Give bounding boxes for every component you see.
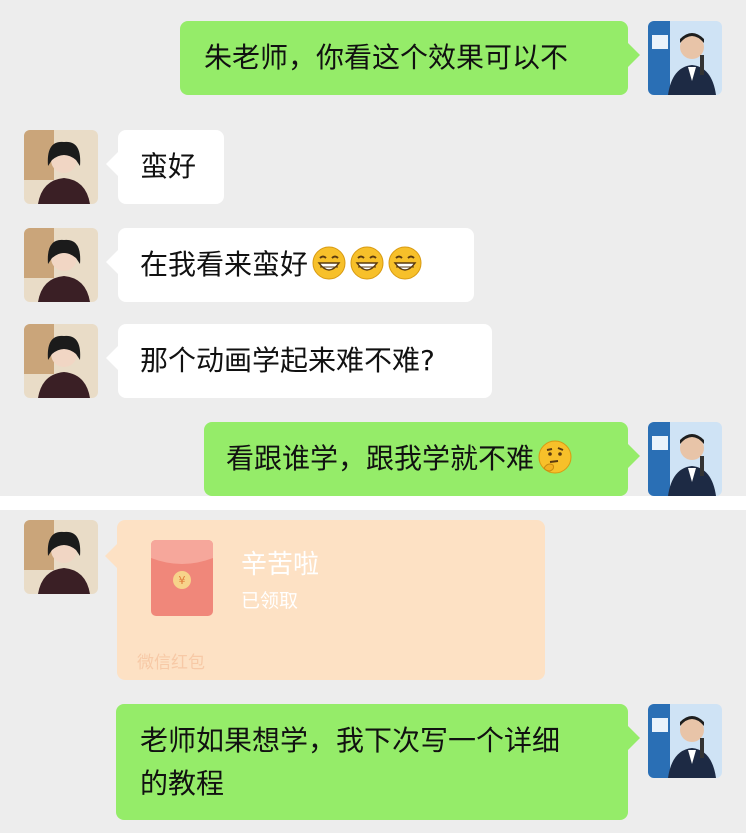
message-text-line: 老师如果想学，我下次写一个详细: [140, 724, 561, 757]
message-bubble-me[interactable]: 朱老师，你看这个效果可以不: [180, 21, 640, 95]
message-bubble-other[interactable]: 蛮好: [106, 130, 224, 204]
my-avatar[interactable]: [648, 704, 722, 778]
message-text: 那个动画学起来难不难?: [140, 344, 435, 377]
contact-avatar[interactable]: [24, 520, 98, 594]
red-packet-icon: ¥: [151, 540, 213, 616]
message-bubble-other[interactable]: 那个动画学起来难不难?: [106, 324, 492, 398]
message-bubble-me[interactable]: 老师如果想学，我下次写一个详细 的教程: [116, 704, 640, 820]
red-packet-title: 辛苦啦: [241, 550, 320, 580]
my-avatar[interactable]: [648, 422, 722, 496]
message-bubble-me[interactable]: 看跟谁学，跟我学就不难: [204, 422, 640, 496]
message-text: 朱老师，你看这个效果可以不: [204, 41, 569, 74]
svg-text:¥: ¥: [179, 574, 186, 587]
message-text: 在我看来蛮好: [140, 248, 309, 281]
message-text: 看跟谁学，跟我学就不难: [226, 442, 535, 475]
red-packet-footer: 微信红包: [137, 653, 205, 673]
red-packet-card[interactable]: ¥ 辛苦啦 已领取 微信红包: [105, 520, 545, 680]
grin-icon: [350, 246, 384, 280]
contact-avatar[interactable]: [24, 228, 98, 302]
thinking-face-icon: [538, 440, 572, 474]
message-text-line: 的教程: [140, 767, 225, 800]
message-bubble-other[interactable]: 在我看来蛮好: [106, 228, 474, 302]
contact-avatar[interactable]: [24, 324, 98, 398]
contact-avatar[interactable]: [24, 130, 98, 204]
my-avatar[interactable]: [648, 21, 722, 95]
grin-icon: [312, 246, 346, 280]
screenshot-seam: [0, 496, 746, 510]
red-packet-status: 已领取: [241, 590, 299, 612]
grin-icon: [388, 246, 422, 280]
message-text: 蛮好: [140, 150, 197, 183]
